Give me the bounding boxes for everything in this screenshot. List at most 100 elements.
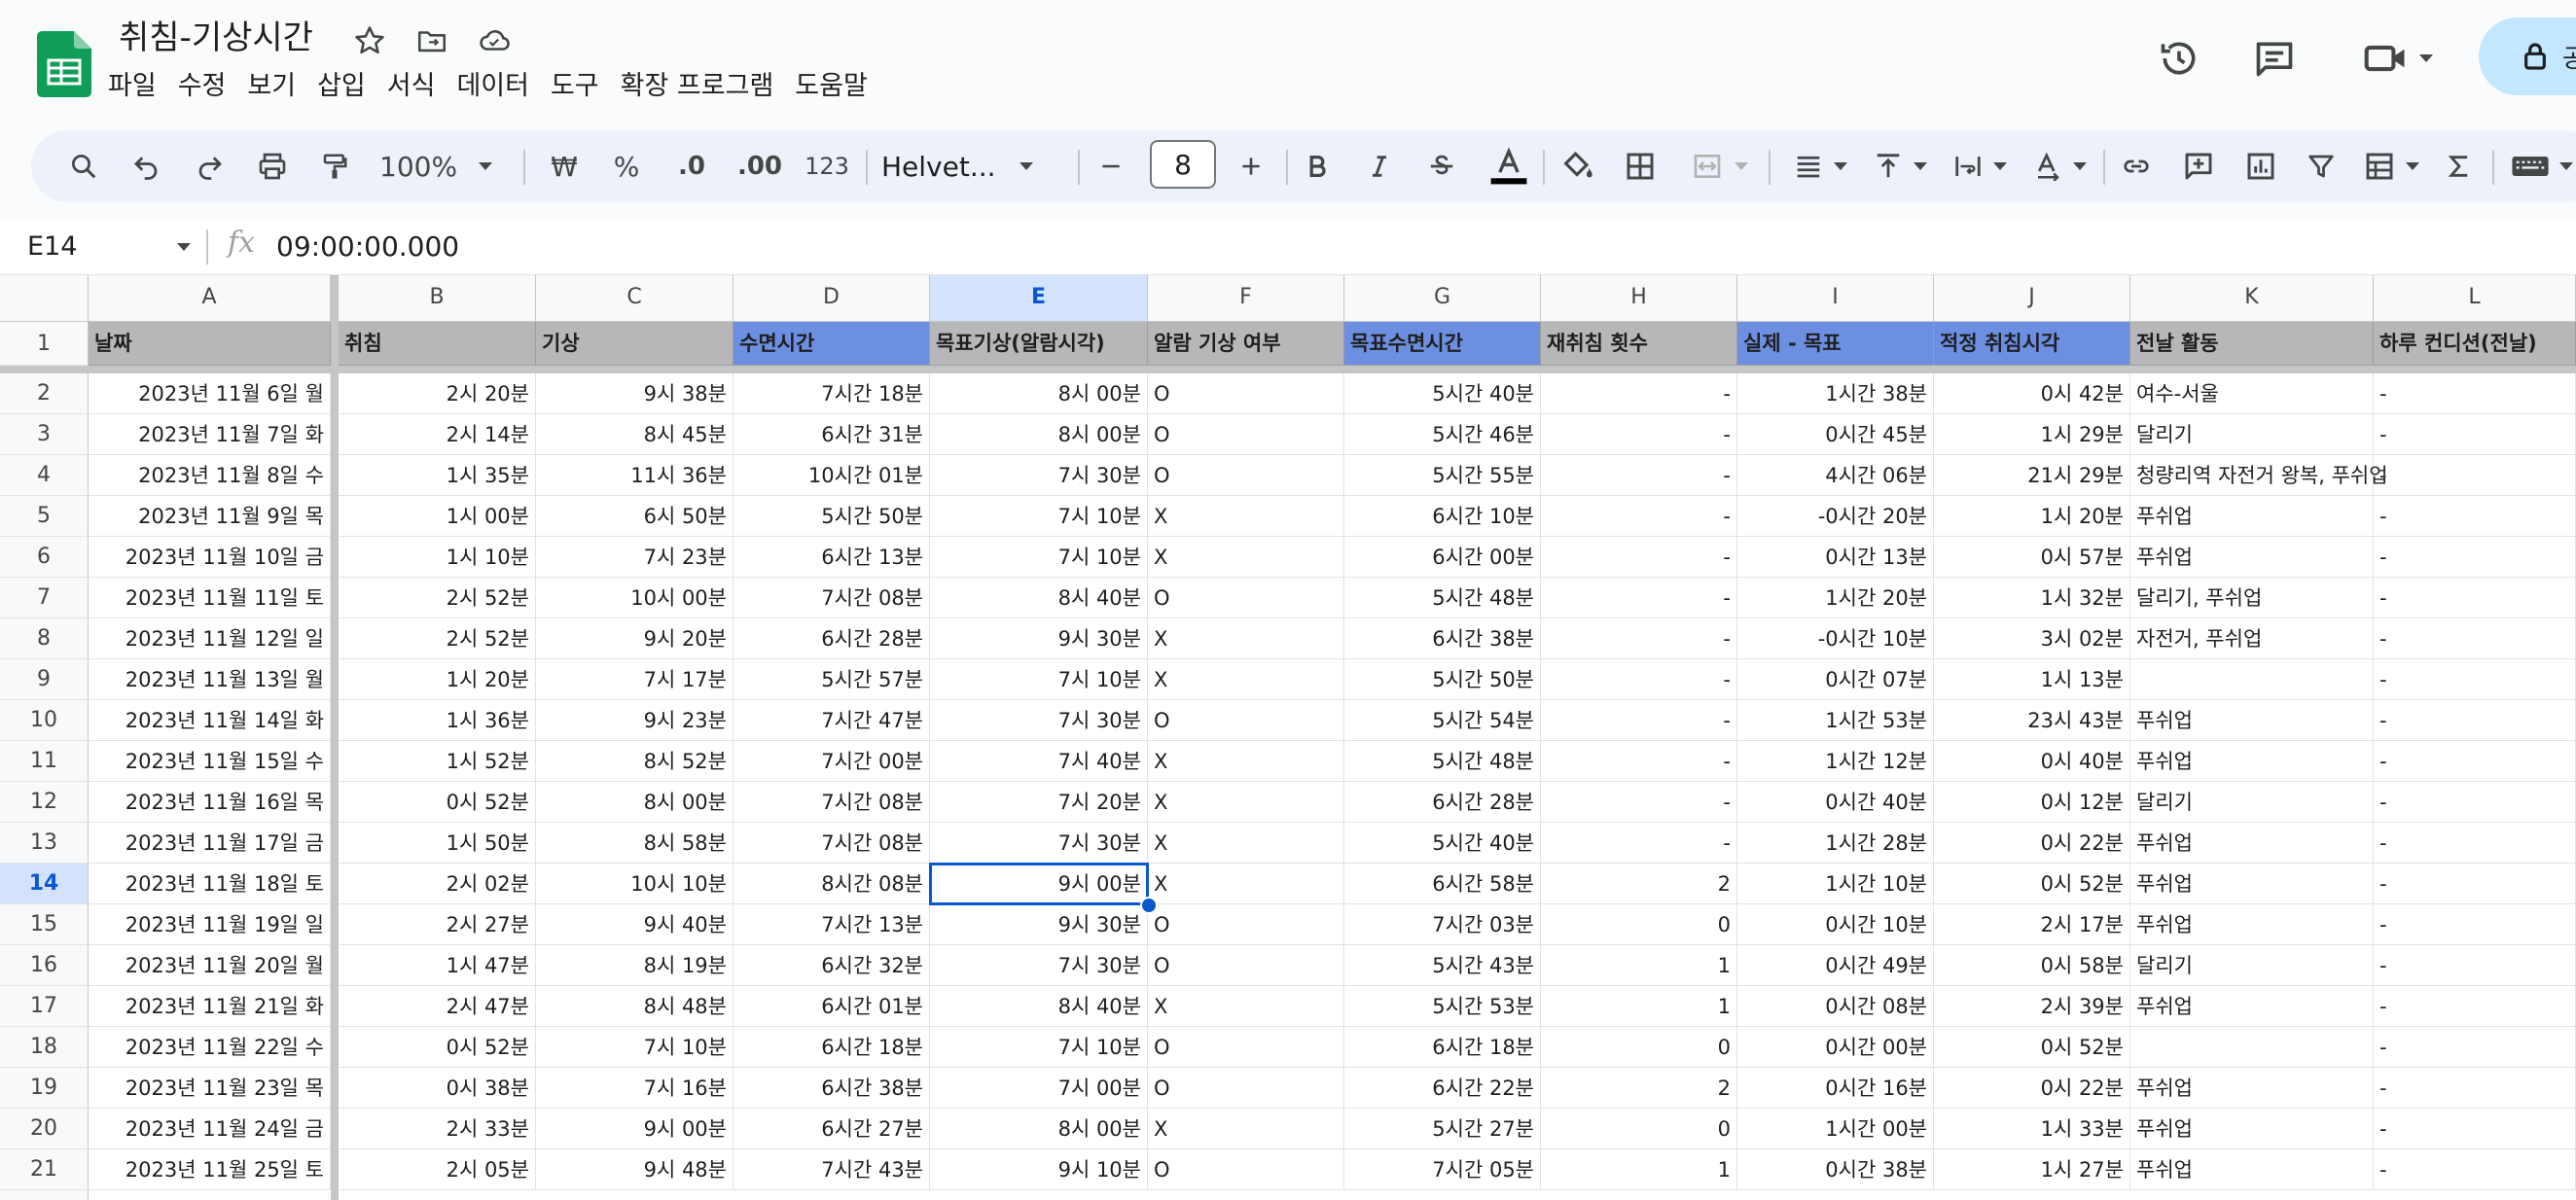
table-cell[interactable]: 7시 40분 — [930, 741, 1148, 782]
format-currency-button[interactable]: ₩ — [545, 143, 584, 190]
decrease-font-size-icon[interactable] — [1091, 143, 1130, 190]
table-cell[interactable]: O — [1148, 455, 1344, 496]
row-header-12[interactable]: 12 — [0, 782, 89, 823]
table-cell[interactable]: 8시 00분 — [930, 1109, 1148, 1149]
table-cell[interactable]: 7시 10분 — [930, 496, 1148, 537]
header-cell-a[interactable]: 날짜 — [89, 322, 331, 366]
table-cell[interactable]: 8시 48분 — [536, 986, 733, 1027]
paint-format-icon[interactable] — [315, 143, 354, 190]
header-cell-g[interactable]: 목표수면시간 — [1344, 322, 1541, 366]
table-cell[interactable]: 7시 10분 — [930, 537, 1148, 578]
row-header-7[interactable]: 7 — [0, 578, 89, 618]
table-cell[interactable]: 0시간 38분 — [1737, 1149, 1934, 1190]
table-cell[interactable]: 6시간 18분 — [1344, 1027, 1541, 1068]
table-cell[interactable]: 0시 42분 — [1934, 373, 2130, 414]
table-cell[interactable]: 0시 52분 — [1934, 1027, 2130, 1068]
table-cell[interactable]: 7시 10분 — [536, 1027, 733, 1068]
table-cell[interactable]: 7시간 08분 — [733, 823, 930, 864]
fill-handle[interactable] — [1140, 897, 1158, 914]
undo-icon[interactable] — [126, 143, 165, 190]
table-cell[interactable]: - — [2374, 782, 2576, 823]
format-percent-button[interactable]: % — [605, 143, 648, 190]
row-header-16[interactable]: 16 — [0, 945, 89, 986]
table-cell[interactable]: 2023년 11월 19일 일 — [89, 904, 331, 945]
row-header-6[interactable]: 6 — [0, 537, 89, 578]
italic-icon[interactable] — [1360, 143, 1399, 190]
table-cell[interactable]: - — [2374, 1149, 2576, 1190]
table-cell[interactable] — [2130, 659, 2374, 700]
font-family-select[interactable]: Helvet... — [881, 143, 1070, 190]
table-cell[interactable]: 푸쉬업 — [2130, 741, 2374, 782]
row-header-21[interactable]: 21 — [0, 1149, 89, 1190]
table-cell[interactable]: 2023년 11월 7일 화 — [89, 414, 331, 455]
table-cell[interactable]: 0시간 45분 — [1737, 414, 1934, 455]
table-cell[interactable]: X — [1148, 496, 1344, 537]
table-cell[interactable]: 2023년 11월 11일 토 — [89, 578, 331, 618]
table-cell[interactable]: 2023년 11월 17일 금 — [89, 823, 331, 864]
row-header-3[interactable]: 3 — [0, 414, 89, 455]
table-cell[interactable]: 0시간 16분 — [1737, 1068, 1934, 1109]
meet-video-icon[interactable] — [2354, 33, 2442, 84]
header-cell-b[interactable]: 취침 — [339, 322, 536, 366]
table-cell[interactable]: 5시간 50분 — [733, 496, 930, 537]
table-cell[interactable]: O — [1148, 945, 1344, 986]
table-cell[interactable]: O — [1148, 1027, 1344, 1068]
table-cell[interactable]: 달리기 — [2130, 414, 2374, 455]
table-view-icon[interactable] — [2356, 143, 2426, 190]
table-cell[interactable]: 1시간 28분 — [1737, 823, 1934, 864]
table-cell[interactable]: 6시간 28분 — [733, 618, 930, 659]
table-cell[interactable]: 8시 58분 — [536, 823, 733, 864]
header-cell-f[interactable]: 알람 기상 여부 — [1148, 322, 1344, 366]
row-header-14[interactable]: 14 — [0, 864, 89, 904]
table-cell[interactable]: 2023년 11월 20일 월 — [89, 945, 331, 986]
table-cell[interactable]: 1시 10분 — [339, 537, 536, 578]
table-cell[interactable]: 8시 00분 — [930, 373, 1148, 414]
table-cell[interactable]: 6시간 58분 — [1344, 864, 1541, 904]
text-wrapping-icon[interactable] — [1946, 143, 2014, 190]
table-cell[interactable]: 7시 20분 — [930, 782, 1148, 823]
column-header-h[interactable]: H — [1541, 275, 1737, 322]
table-cell[interactable]: 1시간 12분 — [1737, 741, 1934, 782]
table-cell[interactable]: 2023년 11월 23일 목 — [89, 1068, 331, 1109]
table-cell[interactable]: 5시간 57분 — [733, 659, 930, 700]
table-cell[interactable]: 1시 13분 — [1934, 659, 2130, 700]
table-cell[interactable]: 9시 23분 — [536, 700, 733, 741]
table-cell[interactable]: 7시간 47분 — [733, 700, 930, 741]
row-header-17[interactable]: 17 — [0, 986, 89, 1027]
font-size-input[interactable]: 8 — [1150, 140, 1216, 189]
table-cell[interactable]: 1시 52분 — [339, 741, 536, 782]
table-cell[interactable]: 푸쉬업 — [2130, 700, 2374, 741]
table-cell[interactable]: 푸쉬업 — [2130, 986, 2374, 1027]
table-cell[interactable]: X — [1148, 823, 1344, 864]
table-cell[interactable]: 9시 00분 — [930, 864, 1148, 904]
table-cell[interactable]: 8시 00분 — [536, 782, 733, 823]
table-cell[interactable]: 푸쉬업 — [2130, 864, 2374, 904]
table-cell[interactable]: 7시간 13분 — [733, 904, 930, 945]
column-header-l[interactable]: L — [2374, 275, 2576, 322]
table-cell[interactable]: - — [2374, 864, 2576, 904]
table-cell[interactable]: 2시 52분 — [339, 578, 536, 618]
table-cell[interactable]: 3시 02분 — [1934, 618, 2130, 659]
table-cell[interactable]: - — [2374, 945, 2576, 986]
row-header-10[interactable]: 10 — [0, 700, 89, 741]
table-cell[interactable]: 2023년 11월 25일 토 — [89, 1149, 331, 1190]
table-cell[interactable]: 0시 38분 — [339, 1068, 536, 1109]
table-cell[interactable]: 1시 29분 — [1934, 414, 2130, 455]
table-cell[interactable]: 6시간 00분 — [1344, 537, 1541, 578]
table-cell[interactable]: 2023년 11월 14일 화 — [89, 700, 331, 741]
row-header-20[interactable]: 20 — [0, 1109, 89, 1149]
table-cell[interactable]: 2시 52분 — [339, 618, 536, 659]
table-cell[interactable]: - — [2374, 1068, 2576, 1109]
table-cell[interactable]: 푸쉬업 — [2130, 537, 2374, 578]
table-cell[interactable]: - — [2374, 373, 2576, 414]
table-cell[interactable]: 6시간 31분 — [733, 414, 930, 455]
row-header-2[interactable]: 2 — [0, 373, 89, 414]
table-cell[interactable]: - — [2374, 659, 2576, 700]
table-cell[interactable]: 9시 00분 — [536, 1109, 733, 1149]
table-cell[interactable]: O — [1148, 1068, 1344, 1109]
table-cell[interactable]: - — [1541, 823, 1737, 864]
table-cell[interactable]: 7시 30분 — [930, 823, 1148, 864]
row-header-5[interactable]: 5 — [0, 496, 89, 537]
table-cell[interactable]: 1시 20분 — [339, 659, 536, 700]
menu-format[interactable]: 서식 — [376, 66, 447, 107]
